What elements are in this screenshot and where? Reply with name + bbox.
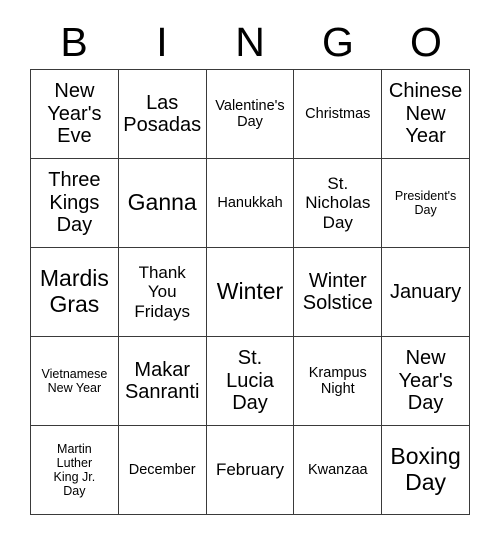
bingo-cell-label: Hanukkah	[217, 194, 283, 211]
bingo-cell[interactable]: Valentine's Day	[206, 70, 295, 159]
bingo-cell-label: Makar Sanranti	[124, 358, 200, 403]
bingo-cell[interactable]: Winter Solstice	[294, 248, 383, 337]
bingo-cell[interactable]: Makar Sanranti	[118, 337, 207, 426]
bingo-cell[interactable]: Vietnamese New Year	[31, 337, 119, 426]
bingo-cell[interactable]: Three Kings Day	[31, 159, 119, 248]
bingo-cell[interactable]: New Year's Day	[382, 337, 470, 426]
bingo-cell-label: Christmas	[305, 105, 371, 122]
bingo-cell[interactable]: Winter	[206, 248, 295, 337]
bingo-cell-label: St. Lucia Day	[226, 347, 274, 415]
bingo-cell[interactable]: February	[206, 426, 295, 515]
bingo-header: B I N G O	[30, 14, 470, 69]
bingo-cell[interactable]: Chinese New Year	[382, 70, 470, 159]
bingo-cell-label: December	[128, 461, 196, 478]
bingo-cell[interactable]: St. Nicholas Day	[294, 159, 383, 248]
bingo-cell-label: St. Nicholas Day	[305, 174, 371, 232]
bingo-cell-label: Winter	[216, 278, 284, 305]
bingo-cell[interactable]: Christmas	[294, 70, 383, 159]
bingo-cell-label: Valentine's Day	[215, 97, 285, 130]
bingo-cell[interactable]: Thank You Fridays	[118, 248, 207, 337]
bingo-cell[interactable]: Hanukkah	[206, 159, 295, 248]
bingo-cell-label: New Year's Day	[398, 347, 453, 415]
bingo-cell[interactable]: St. Lucia Day	[206, 337, 295, 426]
bingo-cell-label: President's Day	[394, 189, 457, 217]
bingo-cell-label: Vietnamese New Year	[41, 367, 108, 395]
bingo-card: B I N G O New Year's Eve Las Posadas Valen…	[0, 0, 500, 544]
bingo-cell[interactable]: December	[118, 426, 207, 515]
header-letter-n: N	[235, 18, 265, 65]
bingo-cell-label: Winter Solstice	[302, 269, 373, 314]
bingo-cell[interactable]: Boxing Day	[382, 426, 470, 515]
bingo-cell-label: Ganna	[127, 189, 197, 216]
bingo-cell[interactable]: Krampus Night	[294, 337, 383, 426]
bingo-cell-label: Thank You Fridays	[134, 263, 191, 321]
bingo-cell[interactable]: Las Posadas	[118, 70, 207, 159]
bingo-cell-label: Kwanzaa	[307, 461, 368, 478]
bingo-grid: New Year's Eve Las Posadas Valentine's Day…	[30, 69, 470, 515]
header-letter-g: G	[322, 18, 354, 65]
bingo-cell-label: Mardis Gras	[39, 265, 109, 317]
bingo-cell-label: New Year's Eve	[47, 80, 102, 148]
bingo-cell-label: Las Posadas	[123, 91, 202, 136]
bingo-cell[interactable]: Kwanzaa	[294, 426, 383, 515]
bingo-cell-label: February	[215, 460, 284, 480]
bingo-cell-label: January	[390, 280, 462, 303]
bingo-cell[interactable]: Martin Luther King Jr. Day	[31, 426, 119, 515]
bingo-cell[interactable]: President's Day	[382, 159, 470, 248]
bingo-cell-label: Boxing Day	[390, 443, 461, 495]
bingo-cell-label: Chinese New Year	[388, 80, 463, 148]
bingo-cell[interactable]: New Year's Eve	[31, 70, 119, 159]
bingo-cell-label: Martin Luther King Jr. Day	[53, 442, 96, 498]
header-letter-b: B	[60, 18, 88, 65]
bingo-cell[interactable]: January	[382, 248, 470, 337]
bingo-cell-label: Three Kings Day	[48, 169, 101, 237]
header-letter-o: O	[410, 18, 442, 65]
header-letter-i: I	[156, 18, 168, 65]
bingo-cell-label: Krampus Night	[308, 364, 367, 397]
bingo-cell[interactable]: Mardis Gras	[31, 248, 119, 337]
bingo-cell[interactable]: Ganna	[118, 159, 207, 248]
